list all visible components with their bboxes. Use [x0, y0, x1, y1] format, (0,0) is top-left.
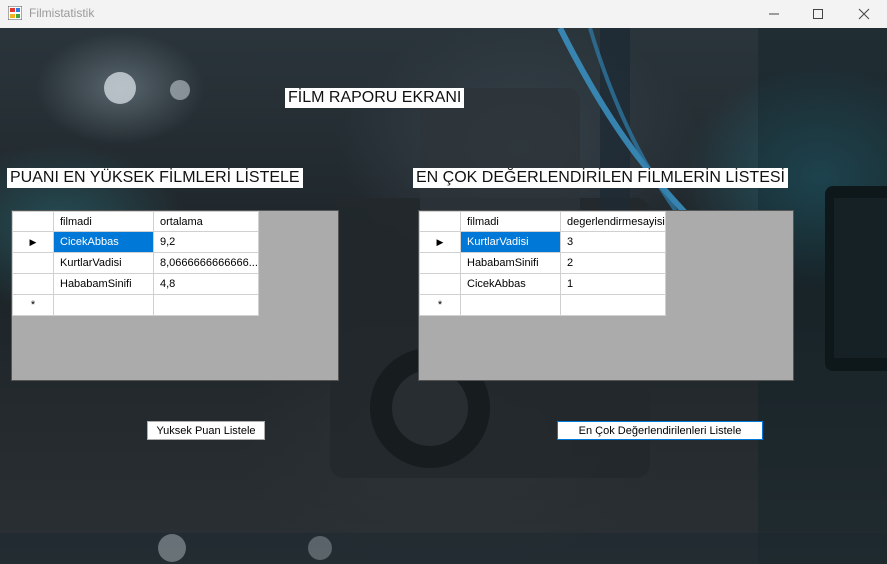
cell-filmadi[interactable]: CicekAbbas: [460, 273, 561, 295]
most-rated-table: filmadi degerlendirmesayisi ▶ KurtlarVad…: [419, 211, 666, 316]
cell-filmadi[interactable]: KurtlarVadisi: [460, 231, 561, 253]
cell-filmadi[interactable]: [460, 294, 561, 316]
current-row-marker-icon: ▶: [419, 231, 461, 253]
cell-ortalama[interactable]: 4,8: [153, 273, 259, 295]
header-row: filmadi ortalama: [12, 211, 259, 232]
title-bar: Filmistatistik: [0, 0, 887, 29]
row-header-corner: [12, 211, 54, 232]
column-header-filmadi[interactable]: filmadi: [53, 211, 154, 232]
table-row[interactable]: HababamSinifi 4,8: [12, 273, 259, 295]
row-header-cell: [12, 273, 54, 295]
row-header-cell: [419, 252, 461, 274]
cell-degerlendirmesayisi[interactable]: [560, 294, 666, 316]
cell-degerlendirmesayisi[interactable]: 1: [560, 273, 666, 295]
minimize-icon: [769, 13, 779, 15]
row-header-cell: [419, 273, 461, 295]
cell-ortalama[interactable]: 8,0666666666666...: [153, 252, 259, 274]
table-row[interactable]: HababamSinifi 2: [419, 252, 666, 274]
minimize-button[interactable]: [751, 0, 797, 28]
form-client-area: FİLM RAPORU EKRANI PUANI EN YÜKSEK FİLML…: [0, 28, 887, 564]
top-rated-list-button[interactable]: Yuksek Puan Listele: [147, 421, 265, 440]
cell-filmadi[interactable]: CicekAbbas: [53, 231, 154, 253]
new-row[interactable]: *: [419, 294, 666, 316]
most-rated-list-button[interactable]: En Çok Değerlendirilenleri Listele: [557, 421, 763, 440]
column-header-ortalama[interactable]: ortalama: [153, 211, 259, 232]
cell-ortalama[interactable]: [153, 294, 259, 316]
cell-filmadi[interactable]: HababamSinifi: [53, 273, 154, 295]
maximize-button[interactable]: [795, 0, 841, 28]
cell-degerlendirmesayisi[interactable]: 3: [560, 231, 666, 253]
table-row[interactable]: ▶ CicekAbbas 9,2: [12, 231, 259, 253]
report-title-label: FİLM RAPORU EKRANI: [285, 88, 465, 108]
maximize-icon: [813, 9, 823, 19]
row-header-corner: [419, 211, 461, 232]
row-header-cell: [12, 252, 54, 274]
window-title: Filmistatistik: [29, 6, 95, 20]
top-rated-title-label: PUANI EN YÜKSEK FİLMLERİ LİSTELE: [7, 168, 303, 188]
header-row: filmadi degerlendirmesayisi: [419, 211, 666, 232]
table-row[interactable]: CicekAbbas 1: [419, 273, 666, 295]
current-row-marker-icon: ▶: [12, 231, 54, 253]
cell-ortalama[interactable]: 9,2: [153, 231, 259, 253]
top-rated-grid[interactable]: filmadi ortalama ▶ CicekAbbas 9,2 Kurtla…: [11, 210, 339, 381]
new-row-marker-icon: *: [419, 294, 461, 316]
table-row[interactable]: ▶ KurtlarVadisi 3: [419, 231, 666, 253]
app-icon: [8, 6, 22, 20]
close-button[interactable]: [841, 0, 887, 28]
table-row[interactable]: KurtlarVadisi 8,0666666666666...: [12, 252, 259, 274]
most-rated-grid[interactable]: filmadi degerlendirmesayisi ▶ KurtlarVad…: [418, 210, 794, 381]
close-icon: [858, 8, 870, 20]
column-header-degerlendirmesayisi[interactable]: degerlendirmesayisi: [560, 211, 666, 232]
cell-filmadi[interactable]: KurtlarVadisi: [53, 252, 154, 274]
new-row-marker-icon: *: [12, 294, 54, 316]
cell-filmadi[interactable]: [53, 294, 154, 316]
new-row[interactable]: *: [12, 294, 259, 316]
top-rated-table: filmadi ortalama ▶ CicekAbbas 9,2 Kurtla…: [12, 211, 259, 316]
column-header-filmadi[interactable]: filmadi: [460, 211, 561, 232]
cell-filmadi[interactable]: HababamSinifi: [460, 252, 561, 274]
cell-degerlendirmesayisi[interactable]: 2: [560, 252, 666, 274]
most-rated-title-label: EN ÇOK DEĞERLENDİRİLEN FİLMLERİN LİSTESİ: [413, 168, 788, 188]
